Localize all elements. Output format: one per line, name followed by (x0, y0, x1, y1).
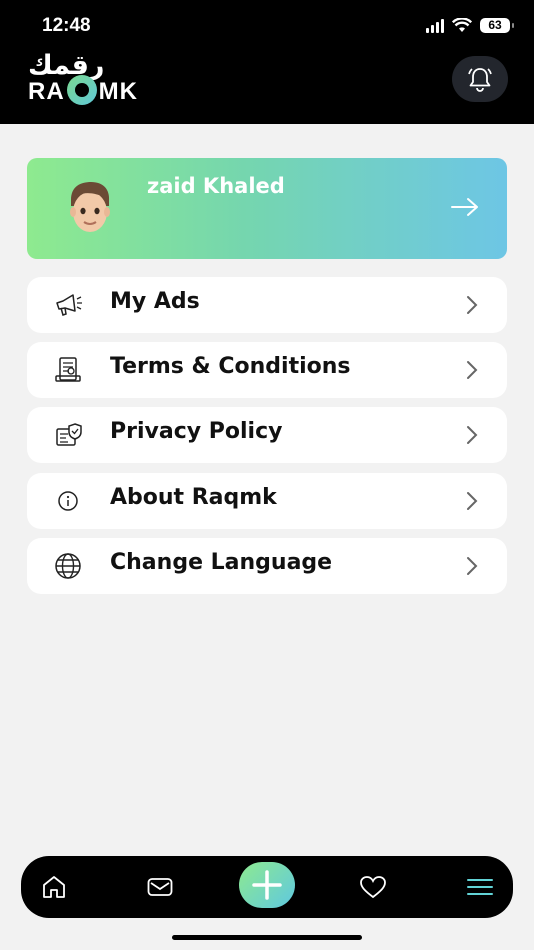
menu-label: Terms & Conditions (110, 354, 351, 379)
battery-icon: 63 (480, 18, 514, 33)
arrow-right-icon[interactable] (450, 196, 480, 218)
megaphone-icon (56, 294, 82, 316)
document-icon (55, 357, 81, 382)
profile-name: zaid Khaled (147, 174, 285, 198)
status-icons: 63 (426, 18, 514, 33)
privacy-shield-icon (56, 423, 82, 446)
menu-label: About Raqmk (110, 485, 277, 510)
globe-icon (55, 553, 81, 579)
chevron-right-icon (467, 557, 478, 575)
mail-icon[interactable] (146, 874, 174, 900)
menu-item-change-language[interactable]: Change Language (27, 538, 507, 594)
add-ad-button[interactable] (239, 862, 295, 908)
menu-item-privacy-policy[interactable]: Privacy Policy (27, 407, 507, 463)
wifi-icon (452, 18, 472, 32)
menu-label: Change Language (110, 550, 333, 575)
logo-latin-prefix: RA (28, 78, 65, 105)
logo-q-mark (66, 75, 97, 105)
signal-icon (426, 18, 444, 33)
home-indicator (172, 935, 362, 940)
bottom-nav (21, 856, 513, 918)
menu-item-about[interactable]: About Raqmk (27, 473, 507, 529)
menu-label: Privacy Policy (110, 419, 283, 444)
menu-item-terms[interactable]: Terms & Conditions (27, 342, 507, 398)
bell-icon (468, 68, 492, 92)
home-icon[interactable] (40, 874, 68, 900)
avatar (70, 182, 110, 232)
info-icon (58, 491, 78, 511)
menu-item-my-ads[interactable]: My Ads (27, 277, 507, 333)
logo-latin: RA MK (28, 75, 138, 107)
chevron-right-icon (467, 426, 478, 444)
profile-card[interactable]: zaid Khaled (27, 158, 507, 259)
heart-icon[interactable] (359, 874, 387, 900)
chevron-right-icon (467, 361, 478, 379)
chevron-right-icon (467, 492, 478, 510)
add-icon (252, 870, 282, 900)
app-header: 12:48 63 رقمك RA MK (0, 0, 534, 124)
status-time: 12:48 (42, 15, 91, 36)
menu-icon[interactable] (466, 874, 494, 900)
notifications-button[interactable] (452, 56, 508, 102)
logo-latin-suffix: MK (98, 78, 138, 105)
chevron-right-icon (467, 296, 478, 314)
menu-label: My Ads (110, 289, 200, 314)
app-logo: رقمك RA MK (28, 50, 168, 107)
